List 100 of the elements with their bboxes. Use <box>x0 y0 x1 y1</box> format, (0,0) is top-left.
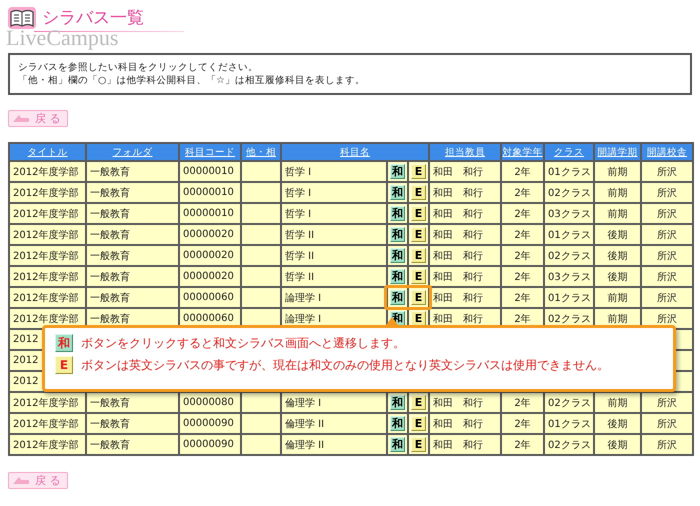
table-cell: 00000060 <box>180 288 240 307</box>
english-syllabus-button[interactable]: E <box>411 416 426 431</box>
table-cell: 所沢 <box>642 435 692 454</box>
japanese-button-icon: 和 <box>55 334 73 352</box>
table-cell: 2年 <box>502 225 544 244</box>
table-cell: 所沢 <box>642 414 692 433</box>
table-cell: 2012年度学部 <box>10 225 85 244</box>
table-cell: 前期 <box>595 288 640 307</box>
table-cell: 前期 <box>595 183 640 202</box>
table-cell: 後期 <box>595 435 640 454</box>
table-cell: 後期 <box>595 225 640 244</box>
table-cell: 02クラス <box>545 435 594 454</box>
table-cell: 01クラス <box>545 288 594 307</box>
table-cell: 倫理学 II <box>282 414 386 433</box>
english-syllabus-button[interactable]: E <box>411 164 426 179</box>
table-cell: 一般教育 <box>87 288 178 307</box>
page-title: シラバス一覧 <box>42 7 145 29</box>
table-cell: 和田 和行 <box>430 183 500 202</box>
japanese-syllabus-button[interactable]: 和 <box>390 227 405 242</box>
table-cell: 2012年度学部 <box>10 393 85 412</box>
table-cell: 和田 和行 <box>430 414 500 433</box>
slipper-icon <box>13 115 29 122</box>
table-cell: 2年 <box>502 435 544 454</box>
table-cell: 02クラス <box>545 246 594 265</box>
english-syllabus-button[interactable]: E <box>411 311 426 326</box>
table-cell: 01クラス <box>545 225 594 244</box>
table-cell: 一般教育 <box>87 435 178 454</box>
table-cell: 後期 <box>595 267 640 286</box>
table-cell: 01クラス <box>545 162 594 181</box>
english-button-icon: E <box>55 356 73 374</box>
japanese-syllabus-button[interactable]: 和 <box>390 206 405 221</box>
table-cell: 一般教育 <box>87 267 178 286</box>
table-cell: 後期 <box>595 246 640 265</box>
table-cell: 前期 <box>595 162 640 181</box>
table-cell: 哲学 I <box>282 162 386 181</box>
table-cell: 00000010 <box>180 204 240 223</box>
instruction-text: シラバスを参照したい科目をクリックしてください。 <box>18 61 259 74</box>
table-cell: 2年 <box>502 246 544 265</box>
japanese-syllabus-button[interactable]: 和 <box>390 164 405 179</box>
table-cell: 一般教育 <box>87 414 178 433</box>
table-cell: 所沢 <box>642 225 692 244</box>
table-cell: 00000090 <box>180 435 240 454</box>
table-cell: 00000010 <box>180 183 240 202</box>
table-cell: 一般教育 <box>87 183 178 202</box>
table-cell: 和田 和行 <box>430 225 500 244</box>
english-syllabus-button[interactable]: E <box>411 290 426 305</box>
table-cell: 2012年度学部 <box>10 183 85 202</box>
table-cell: 2年 <box>502 183 544 202</box>
table-cell: 一般教育 <box>87 225 178 244</box>
table-cell: 2012年度学部 <box>10 246 85 265</box>
table-cell: 2年 <box>502 162 544 181</box>
table-cell: 00000010 <box>180 162 240 181</box>
japanese-syllabus-button[interactable]: 和 <box>390 416 405 431</box>
table-cell: 和田 和行 <box>430 267 500 286</box>
table-cell: 00000020 <box>180 225 240 244</box>
table-cell: 02クラス <box>545 183 594 202</box>
table-cell: 所沢 <box>642 246 692 265</box>
english-syllabus-button[interactable]: E <box>411 227 426 242</box>
table-cell: 和田 和行 <box>430 288 500 307</box>
table-cell: 00000090 <box>180 414 240 433</box>
english-syllabus-button[interactable]: E <box>411 248 426 263</box>
table-cell: 2012年度学部 <box>10 309 85 328</box>
table-cell: 哲学 II <box>282 267 386 286</box>
japanese-syllabus-button[interactable]: 和 <box>390 248 405 263</box>
table-cell: 和田 和行 <box>430 393 500 412</box>
table-cell: 和田 和行 <box>430 246 500 265</box>
table-cell: 2年 <box>502 267 544 286</box>
table-cell: 02クラス <box>545 393 594 412</box>
table-cell: 2年 <box>502 414 544 433</box>
japanese-syllabus-button[interactable]: 和 <box>390 269 405 284</box>
japanese-syllabus-button[interactable]: 和 <box>390 437 405 452</box>
logo-text: LiveCampus <box>6 26 118 50</box>
table-cell: 所沢 <box>642 204 692 223</box>
table-cell: 00000020 <box>180 267 240 286</box>
english-syllabus-button[interactable]: E <box>411 206 426 221</box>
table-cell: 哲学 I <box>282 183 386 202</box>
table-cell: 前期 <box>595 204 640 223</box>
table-cell: 所沢 <box>642 183 692 202</box>
table-cell: 和田 和行 <box>430 204 500 223</box>
table-cell: 2年 <box>502 288 544 307</box>
table-cell: 一般教育 <box>87 246 178 265</box>
english-syllabus-button[interactable]: E <box>411 269 426 284</box>
table-cell: 所沢 <box>642 162 692 181</box>
english-syllabus-button[interactable]: E <box>411 185 426 200</box>
japanese-syllabus-button[interactable]: 和 <box>390 395 405 410</box>
table-cell: 所沢 <box>642 288 692 307</box>
table-cell: 哲学 II <box>282 225 386 244</box>
english-syllabus-button[interactable]: E <box>411 395 426 410</box>
table-cell: 論理学 I <box>282 288 386 307</box>
table-cell: 倫理学 II <box>282 435 386 454</box>
english-syllabus-button[interactable]: E <box>411 437 426 452</box>
table-cell: 2012年度学部 <box>10 204 85 223</box>
japanese-syllabus-button[interactable]: 和 <box>390 290 405 305</box>
table-cell: 倫理学 I <box>282 393 386 412</box>
table-cell: 2012年度学部 <box>10 288 85 307</box>
table-cell: 哲学 II <box>282 246 386 265</box>
table-cell: 2年 <box>502 393 544 412</box>
table-cell: 03クラス <box>545 267 594 286</box>
japanese-syllabus-button[interactable]: 和 <box>390 185 405 200</box>
table-cell: 2012年度学部 <box>10 435 85 454</box>
